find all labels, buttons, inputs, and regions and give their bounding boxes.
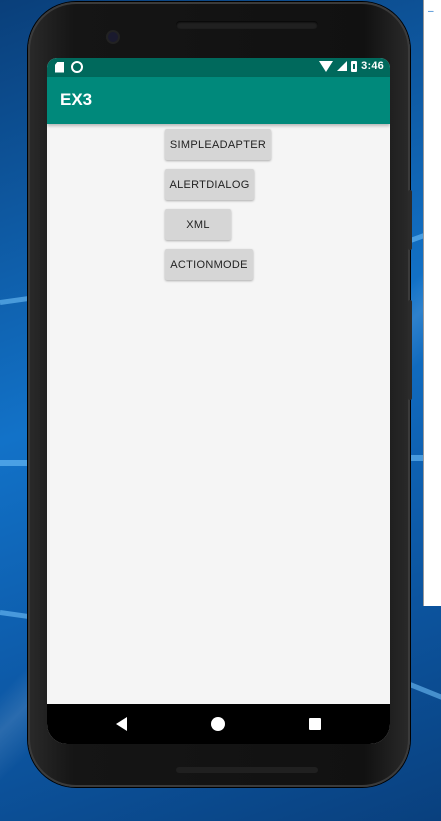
- back-icon[interactable]: [116, 717, 127, 731]
- sync-icon: [71, 61, 83, 73]
- home-icon[interactable]: [211, 717, 225, 731]
- xml-button[interactable]: XML: [165, 209, 231, 240]
- recents-icon[interactable]: [309, 718, 321, 730]
- power-button[interactable]: [408, 190, 412, 250]
- earpiece-speaker: [176, 21, 318, 29]
- simpleadapter-button[interactable]: SIMPLEADAPTER: [165, 129, 271, 160]
- signal-icon: [337, 61, 348, 71]
- bottom-speaker: [176, 767, 318, 773]
- alertdialog-button[interactable]: ALERTDIALOG: [165, 169, 254, 200]
- volume-button[interactable]: [408, 300, 412, 400]
- battery-icon: [351, 60, 358, 72]
- app-bar: EX3: [47, 77, 390, 124]
- wifi-icon: [319, 61, 334, 72]
- sd-card-icon: [55, 61, 64, 73]
- actionmode-button[interactable]: ACTIONMODE: [165, 249, 253, 280]
- status-right-icons: 3:46: [319, 60, 384, 72]
- status-bar: 3:46: [47, 58, 390, 77]
- status-time: 3:46: [361, 60, 384, 72]
- window-mark-icon: –: [428, 6, 434, 17]
- main-content: SIMPLEADAPTER ALERTDIALOG XML ACTIONMODE: [47, 124, 390, 704]
- phone-screen: 3:46 EX3 SIMPLEADAPTER ALERTDIALOG XML A…: [47, 58, 390, 744]
- navigation-bar: [47, 704, 390, 744]
- status-left-icons: [55, 61, 83, 73]
- app-title: EX3: [60, 90, 93, 109]
- side-window: –: [423, 0, 441, 606]
- front-camera: [108, 32, 118, 42]
